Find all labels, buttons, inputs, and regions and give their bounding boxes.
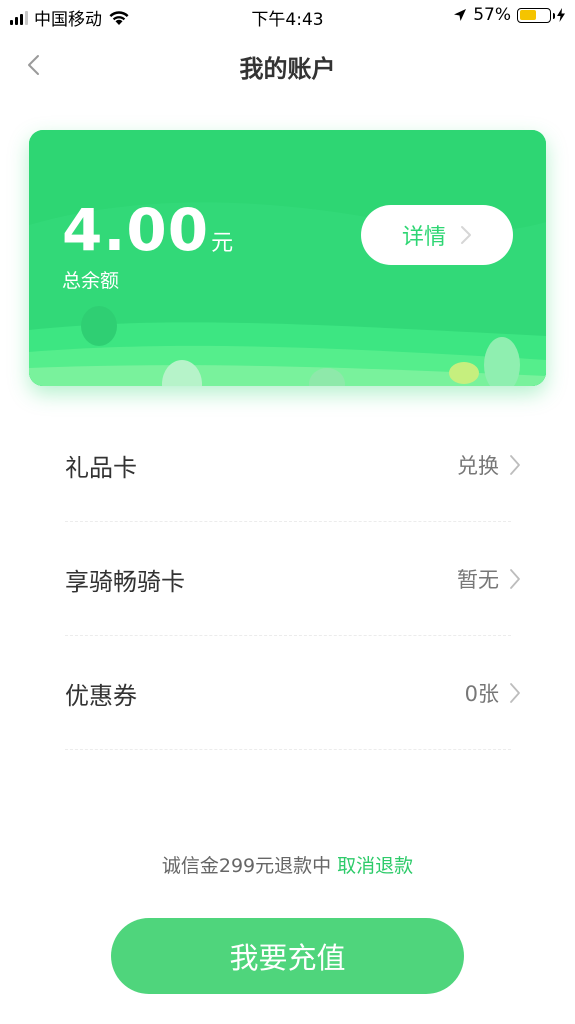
balance-amount: 4.00 [62, 196, 210, 264]
page-title: 我的账户 [239, 55, 336, 83]
list-item-title: 享骑畅骑卡 [65, 568, 185, 596]
list-item-value: 兑换 [457, 454, 499, 478]
charging-bolt-icon [557, 8, 565, 22]
account-list: 礼品卡 兑换 享骑畅骑卡 暂无 优惠券 0张 [65, 408, 520, 750]
battery-fill [519, 10, 537, 20]
detail-button-label: 详情 [401, 225, 446, 250]
chevron-right-icon [510, 683, 520, 703]
list-item-title: 礼品卡 [65, 454, 137, 482]
list-item-title: 优惠券 [65, 682, 137, 710]
detail-button[interactable]: 详情 [361, 205, 513, 265]
balance-card: 4.00 元 总余额 详情 [29, 130, 546, 386]
chevron-right-icon [510, 455, 520, 475]
list-item-value: 暂无 [457, 568, 499, 592]
battery-percent: 57% [473, 5, 511, 25]
chevron-right-icon [510, 569, 520, 589]
list-item-value: 0张 [464, 682, 499, 706]
deposit-refund-text: 诚信金299元退款中 [161, 855, 332, 877]
cancel-refund-link[interactable]: 取消退款 [337, 855, 413, 877]
list-item-coupons[interactable]: 优惠券 0张 [65, 636, 520, 750]
nav-header: 我的账户 [0, 40, 575, 90]
battery-icon [517, 7, 555, 23]
chevron-right-icon [461, 226, 471, 244]
list-item-gift-card[interactable]: 礼品卡 兑换 [65, 408, 520, 522]
balance-label: 总余额 [62, 270, 120, 292]
recharge-button[interactable]: 我要充值 [111, 918, 464, 994]
balance-unit: 元 [211, 231, 234, 256]
status-right: 57% [453, 5, 565, 25]
deposit-refund-status: 诚信金299元退款中 取消退款 [0, 851, 575, 878]
list-item-ride-card[interactable]: 享骑畅骑卡 暂无 [65, 522, 520, 636]
location-arrow-icon [454, 9, 467, 21]
status-bar: 中国移动 下午4:43 57% [0, 0, 575, 34]
balance-value: 4.00 元 [62, 196, 233, 264]
